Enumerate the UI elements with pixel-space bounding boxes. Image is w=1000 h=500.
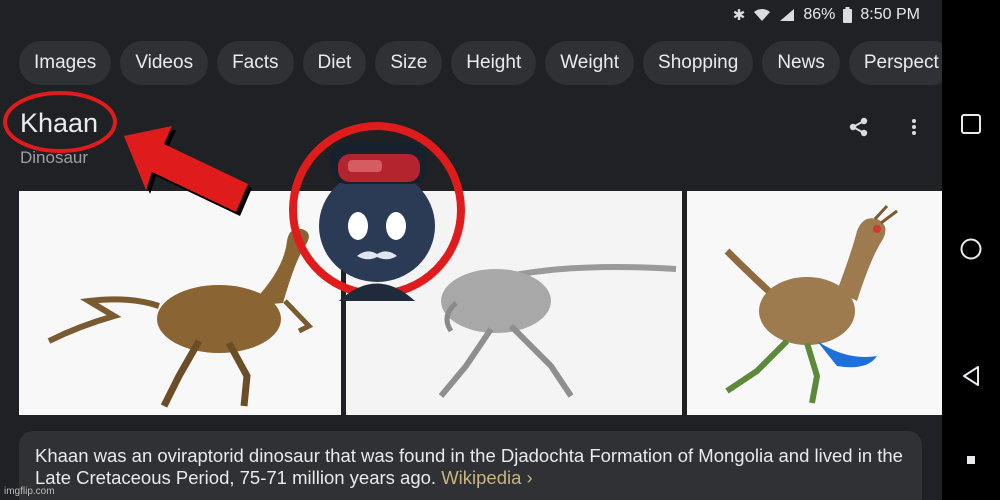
- chip-images[interactable]: Images: [19, 41, 112, 85]
- chip-perspectives[interactable]: Perspect: [848, 41, 942, 85]
- wifi-icon: [754, 8, 771, 21]
- red-circle-annotation: [3, 91, 117, 153]
- chip-shopping[interactable]: Shopping: [643, 41, 754, 85]
- share-icon: [849, 117, 868, 137]
- chip-news[interactable]: News: [762, 41, 840, 85]
- chip-diet[interactable]: Diet: [302, 41, 367, 85]
- chip-videos[interactable]: Videos: [120, 41, 209, 85]
- search-filter-chips: Images Videos Facts Diet Size Height Wei…: [19, 41, 942, 85]
- menu-dot-icon: [967, 456, 975, 464]
- android-nav-bar: [942, 0, 1000, 500]
- search-result-screen: ✱ 86% 8:50 PM Images Videos Facts Diet S…: [0, 0, 942, 500]
- home-icon: [960, 238, 982, 260]
- image-gallery: [19, 191, 942, 415]
- more-options-button[interactable]: [904, 116, 924, 138]
- character-sticker: [289, 122, 465, 301]
- red-arrow-annotation: [124, 126, 252, 216]
- clock: 8:50 PM: [860, 6, 920, 23]
- more-vert-icon: [912, 119, 916, 135]
- recent-apps-button[interactable]: [942, 104, 1000, 144]
- chip-height[interactable]: Height: [451, 41, 537, 85]
- bluetooth-icon: ✱: [732, 7, 746, 24]
- chip-size[interactable]: Size: [375, 41, 443, 85]
- status-icons: ✱ 86% 8:50 PM: [733, 6, 920, 24]
- menu-dot-button[interactable]: [942, 440, 1000, 480]
- gallery-image-colorful-khaan[interactable]: [687, 191, 942, 415]
- recent-apps-icon: [961, 114, 981, 134]
- back-icon: [963, 366, 979, 386]
- chip-facts[interactable]: Facts: [217, 41, 294, 85]
- battery-percent: 86%: [803, 6, 836, 23]
- description-card: Khaan was an oviraptorid dinosaur that w…: [19, 431, 922, 500]
- imgflip-watermark: imgflip.com: [4, 486, 55, 497]
- home-button[interactable]: [942, 229, 1000, 269]
- wikipedia-link[interactable]: Wikipedia ›: [441, 467, 533, 488]
- chip-weight[interactable]: Weight: [545, 41, 635, 85]
- signal-icon: [780, 9, 795, 21]
- back-button[interactable]: [942, 356, 1000, 396]
- status-bar: ✱ 86% 8:50 PM: [0, 0, 942, 34]
- share-button[interactable]: [848, 116, 870, 138]
- battery-icon: [843, 7, 853, 23]
